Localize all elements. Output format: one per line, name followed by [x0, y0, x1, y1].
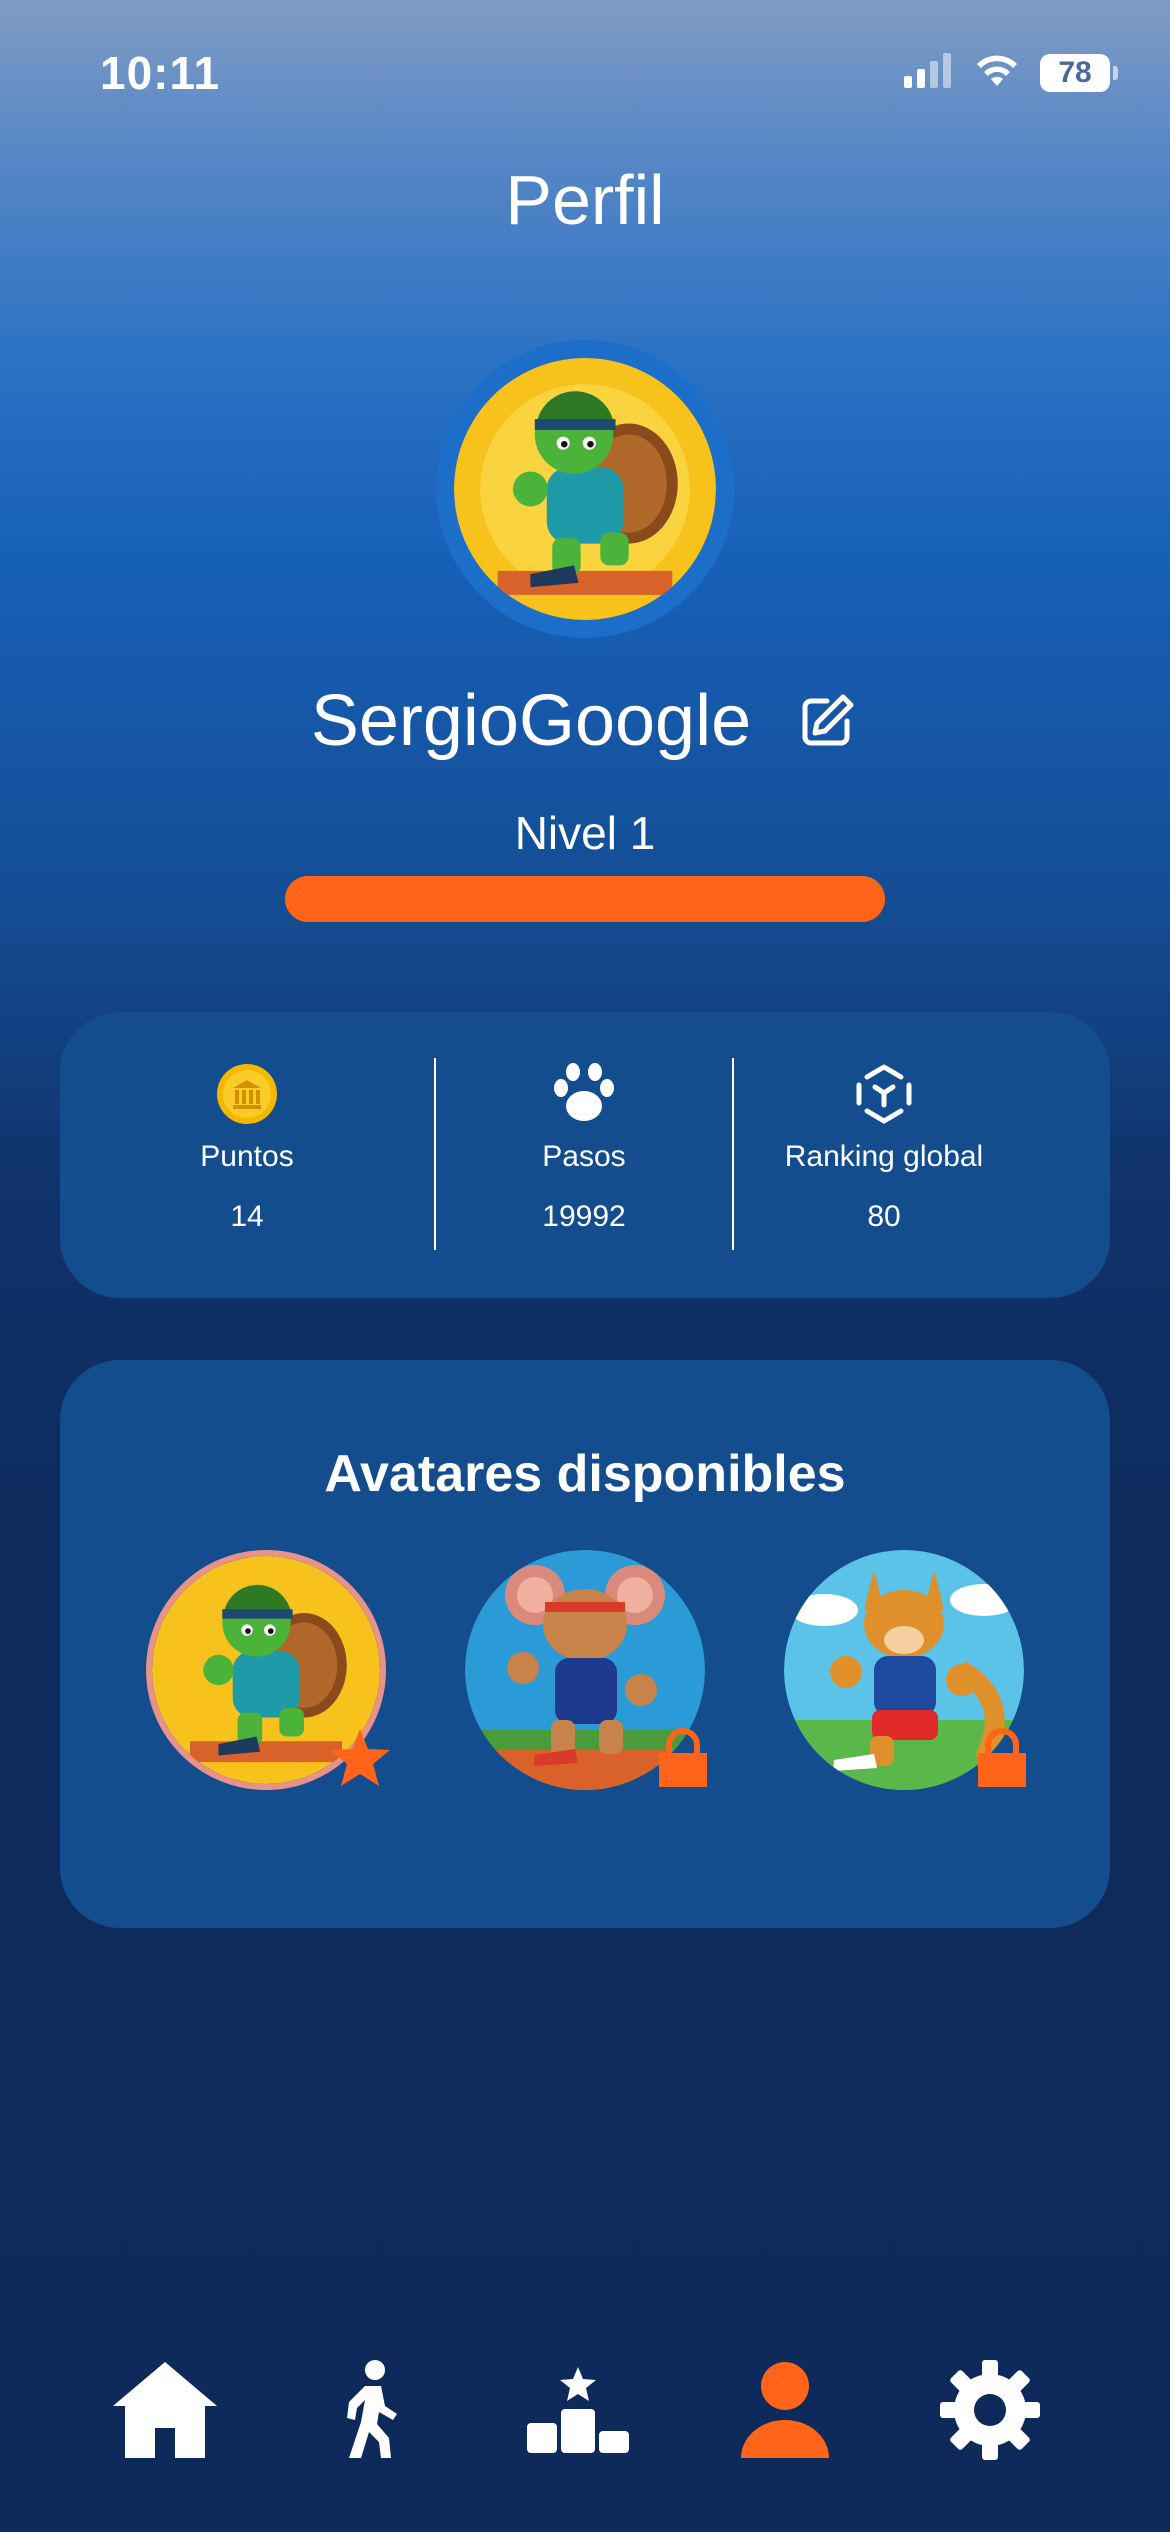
stat-steps: Pasos 19992 — [436, 1012, 732, 1298]
level-label: Nivel 1 — [514, 807, 656, 859]
nav-home[interactable] — [100, 2350, 230, 2470]
turtle-avatar-image — [454, 358, 716, 620]
pencil-edit-icon — [802, 694, 854, 746]
stat-points: Puntos 14 — [60, 1012, 434, 1298]
lock-icon — [655, 1727, 711, 1794]
profile-avatar[interactable] — [436, 340, 734, 638]
gear-icon — [940, 2360, 1040, 2460]
cellular-signal-icon — [904, 52, 954, 93]
stat-value: 80 — [867, 1200, 901, 1233]
avatar-option-turtle[interactable] — [146, 1550, 390, 1790]
stat-ranking: Ranking global 80 — [734, 1012, 1034, 1298]
nav-activity[interactable] — [305, 2350, 435, 2470]
lock-icon — [974, 1727, 1030, 1794]
page-title: Perfil — [505, 161, 665, 239]
ranking-icon — [853, 1062, 915, 1126]
nav-profile[interactable] — [720, 2350, 850, 2470]
stat-label: Puntos — [200, 1140, 294, 1173]
username-row: SergioGoogle — [0, 680, 1170, 762]
paw-icon — [551, 1062, 617, 1126]
nav-ranking[interactable] — [513, 2350, 643, 2470]
stat-label: Ranking global — [784, 1140, 984, 1173]
stats-card: Puntos 14 Pasos 19992 Ranking global 80 — [60, 1012, 1110, 1298]
status-bar: 10:11 78 — [0, 0, 1170, 150]
bottom-nav — [0, 2340, 1170, 2480]
stat-value: 19992 — [542, 1200, 626, 1233]
avatars-title: Avatares disponibles — [324, 1445, 846, 1503]
avatars-card: Avatares disponibles — [60, 1360, 1110, 1928]
status-time: 10:11 — [100, 47, 221, 99]
coin-icon — [215, 1062, 279, 1126]
wifi-icon — [974, 52, 1020, 93]
avatar-option-mouse[interactable] — [465, 1550, 707, 1790]
avatar-option-kangaroo[interactable] — [784, 1550, 1026, 1790]
status-icons: 78 — [904, 52, 1118, 93]
stat-label: Pasos — [542, 1140, 626, 1173]
profile-icon — [741, 2362, 829, 2458]
walking-icon — [347, 2360, 397, 2458]
home-icon — [113, 2362, 217, 2458]
stat-value: 14 — [230, 1200, 264, 1233]
username: SergioGoogle — [310, 681, 752, 761]
level-progress-bar — [285, 876, 885, 922]
level-progress-fill — [285, 876, 885, 922]
edit-username-button[interactable] — [795, 689, 859, 753]
nav-settings[interactable] — [925, 2350, 1055, 2470]
battery-indicator: 78 — [1040, 53, 1118, 92]
star-selected-icon — [328, 1727, 392, 1794]
podium-icon — [527, 2367, 629, 2453]
